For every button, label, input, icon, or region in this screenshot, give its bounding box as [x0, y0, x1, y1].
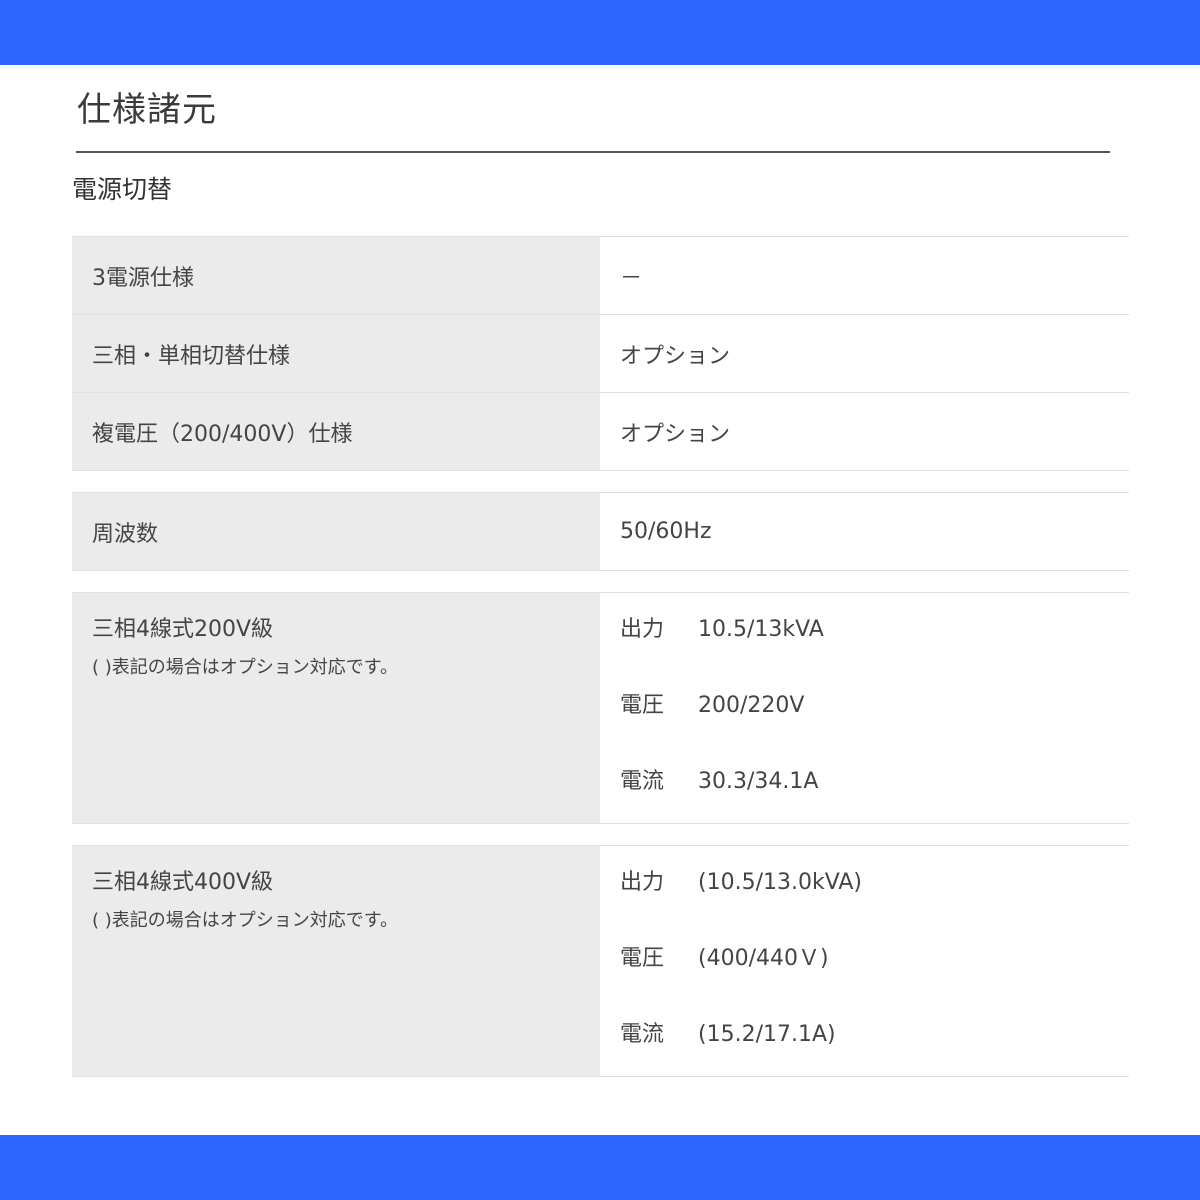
title-divider [76, 151, 1110, 153]
spec-200v-table: 三相4線式200V級 ( )表記の場合はオプション対応です。 出力 10.5/1… [72, 592, 1129, 824]
top-banner [0, 0, 1200, 65]
row-label: 三相4線式400V級 ( )表記の場合はオプション対応です。 [72, 846, 600, 1076]
row-values: 出力 (10.5/13.0kVA) 電圧 (400/440Ｖ) 電流 (15.2… [600, 846, 1129, 1076]
row-value: 50/60Hz [620, 519, 712, 544]
row-label: 三相4線式200V級 ( )表記の場合はオプション対応です。 [72, 593, 600, 823]
table-row: 三相4線式200V級 ( )表記の場合はオプション対応です。 出力 10.5/1… [72, 593, 1129, 824]
row-label: 3電源仕様 [72, 237, 600, 314]
current-line: 電流 (15.2/17.1A) [620, 1018, 1109, 1094]
current-value: (15.2/17.1A) [698, 1022, 836, 1047]
power-switching-table: 3電源仕様 － 三相・単相切替仕様 オプション 複電圧（200/400V）仕様 … [72, 236, 1129, 471]
output-value: (10.5/13.0kVA) [698, 870, 862, 895]
voltage-line: 電圧 (400/440Ｖ) [620, 942, 1109, 1018]
table-row: 三相・単相切替仕様 オプション [72, 315, 1129, 393]
row-label: 三相・単相切替仕様 [72, 315, 600, 392]
section-title: 電源切替 [72, 175, 173, 204]
class-label: 三相4線式200V級 [92, 617, 274, 642]
voltage-key: 電圧 [620, 693, 665, 718]
option-note: ( )表記の場合はオプション対応です。 [92, 910, 398, 931]
voltage-key: 電圧 [620, 946, 665, 971]
output-line: 出力 10.5/13kVA [620, 613, 1109, 689]
row-label: 周波数 [72, 493, 600, 570]
output-key: 出力 [620, 617, 665, 642]
table-row: 3電源仕様 － [72, 237, 1129, 315]
voltage-line: 電圧 200/220V [620, 689, 1109, 765]
voltage-value: 200/220V [698, 693, 805, 718]
current-line: 電流 30.3/34.1A [620, 765, 1109, 841]
row-value: オプション [620, 343, 731, 369]
output-key: 出力 [620, 870, 665, 895]
row-value: － [620, 265, 643, 291]
current-key: 電流 [620, 769, 665, 794]
class-label: 三相4線式400V級 [92, 870, 274, 895]
spec-400v-table: 三相4線式400V級 ( )表記の場合はオプション対応です。 出力 (10.5/… [72, 845, 1129, 1077]
current-value: 30.3/34.1A [698, 769, 819, 794]
frequency-table: 周波数 50/60Hz [72, 492, 1129, 571]
row-label: 複電圧（200/400V）仕様 [72, 393, 600, 470]
page-title: 仕様諸元 [77, 90, 217, 130]
row-values: 出力 10.5/13kVA 電圧 200/220V 電流 30.3/34.1A [600, 593, 1129, 823]
bottom-banner [0, 1135, 1200, 1200]
current-key: 電流 [620, 1022, 665, 1047]
row-value: オプション [620, 421, 731, 447]
table-row: 周波数 50/60Hz [72, 493, 1129, 571]
output-line: 出力 (10.5/13.0kVA) [620, 866, 1109, 942]
table-row: 複電圧（200/400V）仕様 オプション [72, 393, 1129, 471]
output-value: 10.5/13kVA [698, 617, 824, 642]
voltage-value: (400/440Ｖ) [698, 946, 829, 971]
option-note: ( )表記の場合はオプション対応です。 [92, 657, 398, 678]
table-row: 三相4線式400V級 ( )表記の場合はオプション対応です。 出力 (10.5/… [72, 846, 1129, 1077]
